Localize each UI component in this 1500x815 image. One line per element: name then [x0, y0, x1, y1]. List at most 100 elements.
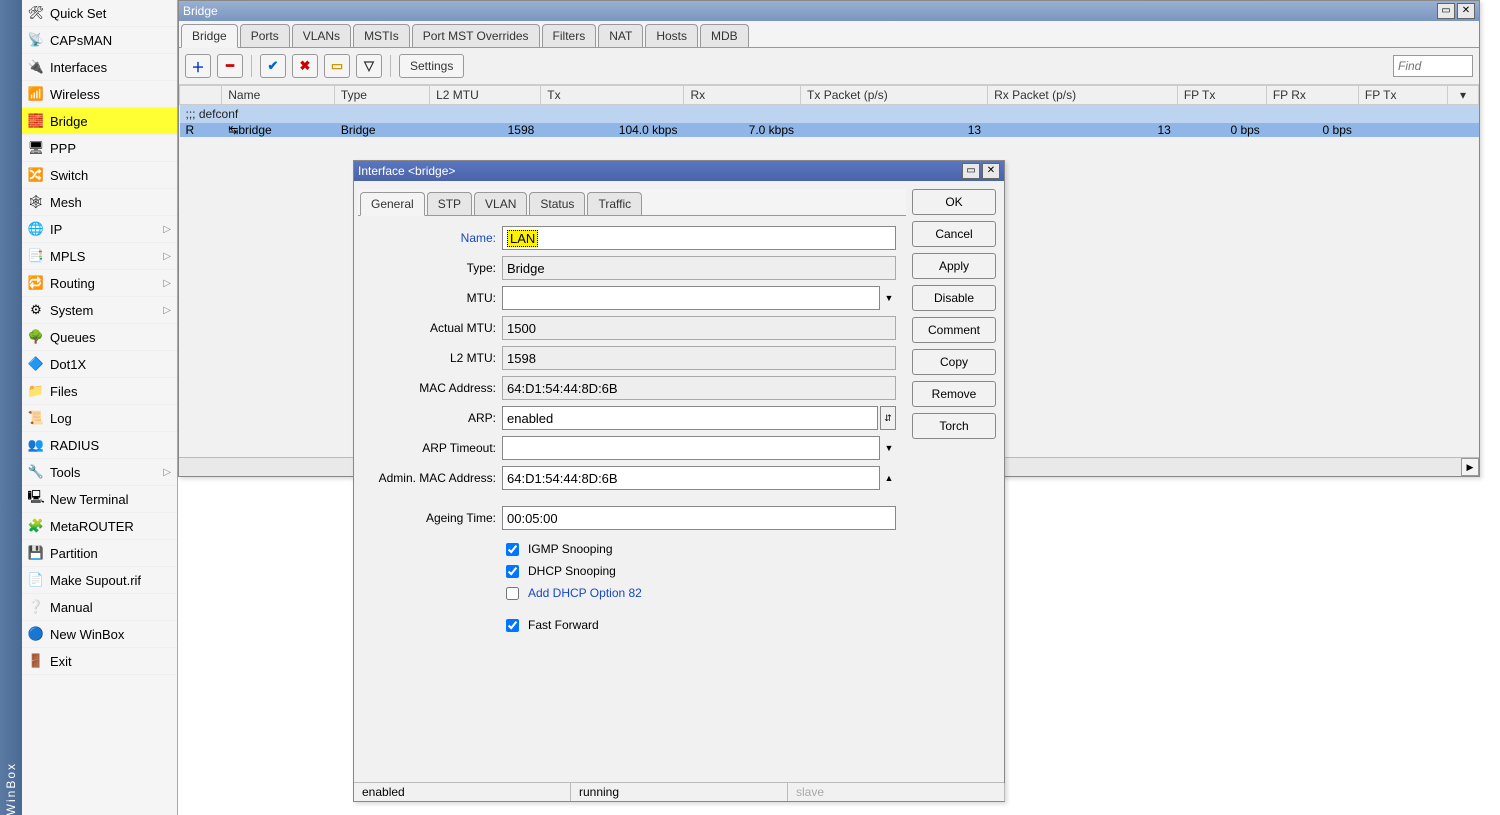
tab-stp[interactable]: STP: [427, 192, 472, 215]
log-icon: 📜: [28, 410, 44, 426]
col-fp-tx[interactable]: FP Tx: [1358, 86, 1447, 105]
col-rx-packet-p-s-[interactable]: Rx Packet (p/s): [988, 86, 1178, 105]
sidebar-item-exit[interactable]: 🚪Exit: [22, 648, 177, 675]
settings-button[interactable]: Settings: [399, 54, 464, 78]
close-icon[interactable]: ✕: [982, 163, 1000, 179]
sidebar-item-new-winbox[interactable]: 🔵New WinBox: [22, 621, 177, 648]
table-row[interactable]: R ↹bridge Bridge 1598 104.0 kbps 7.0 kbp…: [180, 123, 1479, 137]
tab-ports[interactable]: Ports: [240, 24, 290, 47]
arp-select[interactable]: enabled: [502, 406, 878, 430]
col-fp-tx[interactable]: FP Tx: [1177, 86, 1266, 105]
apply-button[interactable]: Apply: [912, 253, 996, 279]
tab-bridge[interactable]: Bridge: [181, 24, 238, 48]
sidebar-item-label: RADIUS: [50, 438, 99, 453]
sidebar-item-label: Tools: [50, 465, 80, 480]
sidebar-item-ppp[interactable]: 🖥PPP: [22, 135, 177, 162]
quick-set-icon: 🛠: [28, 5, 44, 21]
tab-mstis[interactable]: MSTIs: [353, 24, 410, 47]
chevron-down-icon[interactable]: ▼: [882, 443, 896, 453]
torch-button[interactable]: Torch: [912, 413, 996, 439]
submenu-arrow-icon: ▷: [163, 224, 171, 235]
col-type[interactable]: Type: [334, 86, 429, 105]
adminmac-input[interactable]: 64:D1:54:44:8D:6B: [502, 466, 880, 490]
ok-button[interactable]: OK: [912, 189, 996, 215]
sidebar-item-files[interactable]: 📁Files: [22, 378, 177, 405]
disable-button[interactable]: ✖: [292, 54, 318, 78]
igmp-checkbox[interactable]: IGMP Snooping: [502, 538, 896, 560]
minimize-icon[interactable]: ▭: [962, 163, 980, 179]
tab-filters[interactable]: Filters: [542, 24, 597, 47]
enable-button[interactable]: ✔: [260, 54, 286, 78]
table-group-row[interactable]: ;;; defconf: [180, 105, 1479, 124]
sidebar-item-partition[interactable]: 💾Partition: [22, 540, 177, 567]
filter-button[interactable]: ▽: [356, 54, 382, 78]
tab-vlans[interactable]: VLANs: [292, 24, 351, 47]
copy-button[interactable]: Copy: [912, 349, 996, 375]
minimize-icon[interactable]: ▭: [1437, 3, 1455, 19]
tab-hosts[interactable]: Hosts: [645, 24, 698, 47]
ageing-input[interactable]: 00:05:00: [502, 506, 896, 530]
arptimeout-input[interactable]: [502, 436, 880, 460]
sidebar-item-quick-set[interactable]: 🛠Quick Set: [22, 0, 177, 27]
sidebar-item-dot1x[interactable]: 🔷Dot1X: [22, 351, 177, 378]
fastforward-checkbox[interactable]: Fast Forward: [502, 614, 896, 636]
sidebar-item-mesh[interactable]: 🕸Mesh: [22, 189, 177, 216]
tab-traffic[interactable]: Traffic: [587, 192, 642, 215]
sidebar-item-switch[interactable]: 🔀Switch: [22, 162, 177, 189]
mtu-input[interactable]: [502, 286, 880, 310]
col-flag[interactable]: [180, 86, 222, 105]
sidebar-item-ip[interactable]: 🌐IP▷: [22, 216, 177, 243]
dhcp-checkbox[interactable]: DHCP Snooping: [502, 560, 896, 582]
comment-button[interactable]: Comment: [912, 317, 996, 343]
comment-button[interactable]: ▭: [324, 54, 350, 78]
chevron-up-icon[interactable]: ▲: [882, 473, 896, 483]
sidebar-item-mpls[interactable]: 📑MPLS▷: [22, 243, 177, 270]
sidebar-item-radius[interactable]: 👥RADIUS: [22, 432, 177, 459]
sidebar-item-system[interactable]: ⚙System▷: [22, 297, 177, 324]
sidebar-item-new-terminal[interactable]: 🖳New Terminal: [22, 486, 177, 513]
name-input[interactable]: LAN: [502, 226, 896, 250]
col-l2-mtu[interactable]: L2 MTU: [430, 86, 541, 105]
tab-nat[interactable]: NAT: [598, 24, 643, 47]
metarouter-icon: 🧩: [28, 518, 44, 534]
remove-button[interactable]: Remove: [912, 381, 996, 407]
tab-general[interactable]: General: [360, 192, 425, 216]
sidebar-item-tools[interactable]: 🔧Tools▷: [22, 459, 177, 486]
sidebar-item-label: IP: [50, 222, 62, 237]
sidebar-item-manual[interactable]: ❔Manual: [22, 594, 177, 621]
remove-button[interactable]: ━: [217, 54, 243, 78]
tab-status[interactable]: Status: [529, 192, 585, 215]
col-fp-rx[interactable]: FP Rx: [1266, 86, 1358, 105]
switch-icon: 🔀: [28, 167, 44, 183]
sidebar-item-wireless[interactable]: 📶Wireless: [22, 81, 177, 108]
mpls-icon: 📑: [28, 248, 44, 264]
col-rx[interactable]: Rx: [684, 86, 801, 105]
col-name[interactable]: Name: [222, 86, 335, 105]
sidebar-item-log[interactable]: 📜Log: [22, 405, 177, 432]
column-menu-icon[interactable]: ▾: [1448, 86, 1479, 105]
sidebar-item-capsman[interactable]: 📡CAPsMAN: [22, 27, 177, 54]
col-tx-packet-p-s-[interactable]: Tx Packet (p/s): [801, 86, 988, 105]
sidebar-item-metarouter[interactable]: 🧩MetaROUTER: [22, 513, 177, 540]
find-input[interactable]: [1393, 55, 1473, 77]
close-icon[interactable]: ✕: [1457, 3, 1475, 19]
sidebar-item-queues[interactable]: 🌳Queues: [22, 324, 177, 351]
col-tx[interactable]: Tx: [541, 86, 684, 105]
add-button[interactable]: ＋: [185, 54, 211, 78]
chevron-down-icon[interactable]: ▼: [882, 293, 896, 303]
tab-vlan[interactable]: VLAN: [474, 192, 527, 215]
disable-button[interactable]: Disable: [912, 285, 996, 311]
sidebar-item-make-supout-rif[interactable]: 📄Make Supout.rif: [22, 567, 177, 594]
sidebar-item-interfaces[interactable]: 🔌Interfaces: [22, 54, 177, 81]
opt82-checkbox[interactable]: Add DHCP Option 82: [502, 582, 896, 604]
dialog-tabs: GeneralSTPVLANStatusTraffic: [358, 189, 906, 216]
sidebar-item-routing[interactable]: 🔁Routing▷: [22, 270, 177, 297]
select-arrow-icon[interactable]: ⇵: [880, 406, 896, 430]
sidebar-item-label: Mesh: [50, 195, 82, 210]
arp-label: ARP:: [364, 411, 502, 425]
tab-port-mst-overrides[interactable]: Port MST Overrides: [412, 24, 540, 47]
sidebar-item-bridge[interactable]: 🧱Bridge: [22, 108, 177, 135]
cancel-button[interactable]: Cancel: [912, 221, 996, 247]
tab-mdb[interactable]: MDB: [700, 24, 749, 47]
routing-icon: 🔁: [28, 275, 44, 291]
